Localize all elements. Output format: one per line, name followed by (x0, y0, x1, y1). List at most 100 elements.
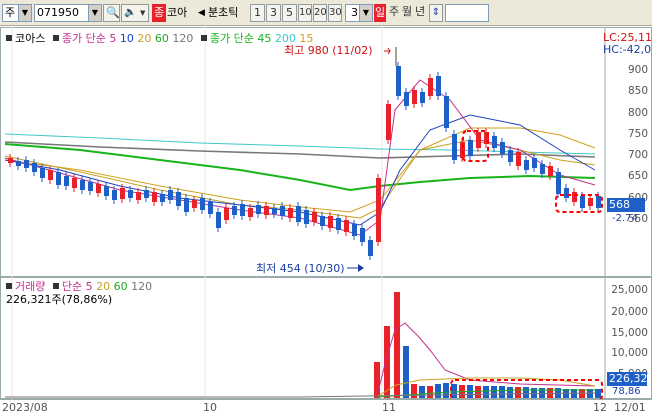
candle-body (412, 90, 417, 104)
current-price-badge: 568 (607, 198, 645, 212)
candle-body (360, 228, 365, 242)
volume-legend-periods: 5 20 60 120 (86, 280, 153, 293)
volume-bar (499, 386, 505, 398)
candle-body (344, 220, 349, 232)
legend-square-icon (52, 283, 59, 289)
candle-body (404, 92, 409, 106)
volume-bar (427, 386, 433, 398)
candle-body (580, 196, 585, 208)
candle-body (288, 208, 293, 218)
legend-ma-period-1: 10 (116, 32, 134, 45)
x-label-2023-08: 2023/08 (2, 401, 48, 414)
candle-body (112, 190, 117, 200)
candle-body (184, 198, 189, 212)
candle-body (572, 192, 577, 202)
price-tick-800: 800 (627, 106, 648, 119)
chart-canvas[interactable] (0, 0, 652, 414)
x-label-12: 12 (593, 401, 607, 414)
candle-body (304, 210, 309, 224)
volume-bar (475, 386, 481, 398)
candle-body (256, 205, 261, 214)
current-volume-badge: 226,32 (607, 372, 648, 386)
candle-body (556, 172, 561, 194)
candle-body (8, 158, 13, 163)
legend-square-icon (6, 35, 12, 41)
candle-body (588, 198, 593, 206)
candle-body (120, 188, 125, 199)
volume-ma120-line (5, 392, 596, 398)
volume-bar (595, 389, 601, 398)
candle-body (596, 196, 601, 208)
x-label-12-01: 12/01 (614, 401, 646, 414)
candle-body (436, 76, 441, 96)
low-arrow-icon (358, 264, 364, 272)
volume-stat: 226,321주(78,86%) (6, 293, 113, 306)
candle-body (224, 208, 229, 220)
volume-bar (419, 386, 425, 398)
volume-legend-prefix: 단순 (61, 280, 83, 293)
price-legend: 코아스 종가 단순 5 10 20 60 120 종가 단순 45 200 15 (6, 32, 313, 45)
volume-bar (394, 292, 400, 398)
low-label: 최저 454 (10/30) (256, 262, 345, 275)
legend-square-icon (200, 35, 207, 41)
candle-body (396, 66, 401, 96)
candle-body (208, 202, 213, 214)
candle-body (56, 172, 61, 185)
volume-bar (384, 326, 390, 398)
candle-body (128, 190, 133, 198)
price-axis: 900850800750700650600550 (606, 27, 652, 277)
legend-ma-period-4: 120 (168, 32, 194, 45)
candle-body (336, 218, 341, 230)
candle-body (24, 160, 29, 168)
legend-stock-name: 코아스 (15, 32, 46, 45)
volume-bar (515, 387, 521, 398)
volume-tick: 20,000 (611, 306, 648, 318)
candle-body (160, 194, 165, 202)
candle-body (532, 158, 537, 168)
volume-bar (411, 384, 417, 398)
volume-legend-period-1: 20 (92, 280, 111, 293)
candle-body (72, 178, 77, 188)
volume-bar (507, 387, 513, 398)
legend-square-icon (6, 283, 12, 289)
legend-ma2-prefix: 종가 단순 (209, 32, 254, 45)
volume-bar (491, 386, 497, 398)
price-tick-650: 650 (627, 170, 648, 183)
candle-body (328, 216, 333, 228)
candle-body (168, 190, 173, 200)
volume-legend-period-3: 120 (127, 280, 153, 293)
candle-body (232, 206, 237, 215)
candle-body (508, 150, 513, 162)
candle-body (32, 163, 37, 172)
candle-body (104, 186, 109, 196)
candle-body (64, 176, 69, 186)
candle-body (516, 152, 521, 166)
price-tick-850: 850 (627, 85, 648, 98)
candle-body (216, 212, 221, 228)
candle-body (320, 216, 325, 226)
volume-legend-title: 거래량 (15, 280, 46, 293)
legend-ma-periods: 5 10 20 60 120 (109, 32, 193, 45)
candle-body (264, 206, 269, 215)
candle-body (248, 208, 253, 217)
candle-body (312, 212, 317, 222)
ma-line-3 (4, 127, 596, 213)
highlight-box (555, 194, 603, 213)
price-tick-750: 750 (627, 127, 648, 140)
candle-body (96, 184, 101, 193)
volume-tick: 25,000 (611, 284, 648, 296)
candle-body (272, 208, 277, 214)
legend-ma-prefix: 종가 단순 (61, 32, 106, 45)
x-label-10: 10 (203, 401, 217, 414)
candle-body (420, 92, 425, 103)
high-arrow-icon (384, 47, 391, 55)
volume-bar (483, 386, 489, 398)
candle-body (280, 206, 285, 216)
candle-body (444, 96, 449, 128)
candle-body (352, 224, 357, 236)
change-label: -2.74 (612, 213, 638, 224)
ma-line-2 (4, 143, 596, 192)
candle-body (492, 136, 497, 148)
volume-bar (523, 387, 529, 398)
legend-ma-period-2: 20 (133, 32, 152, 45)
